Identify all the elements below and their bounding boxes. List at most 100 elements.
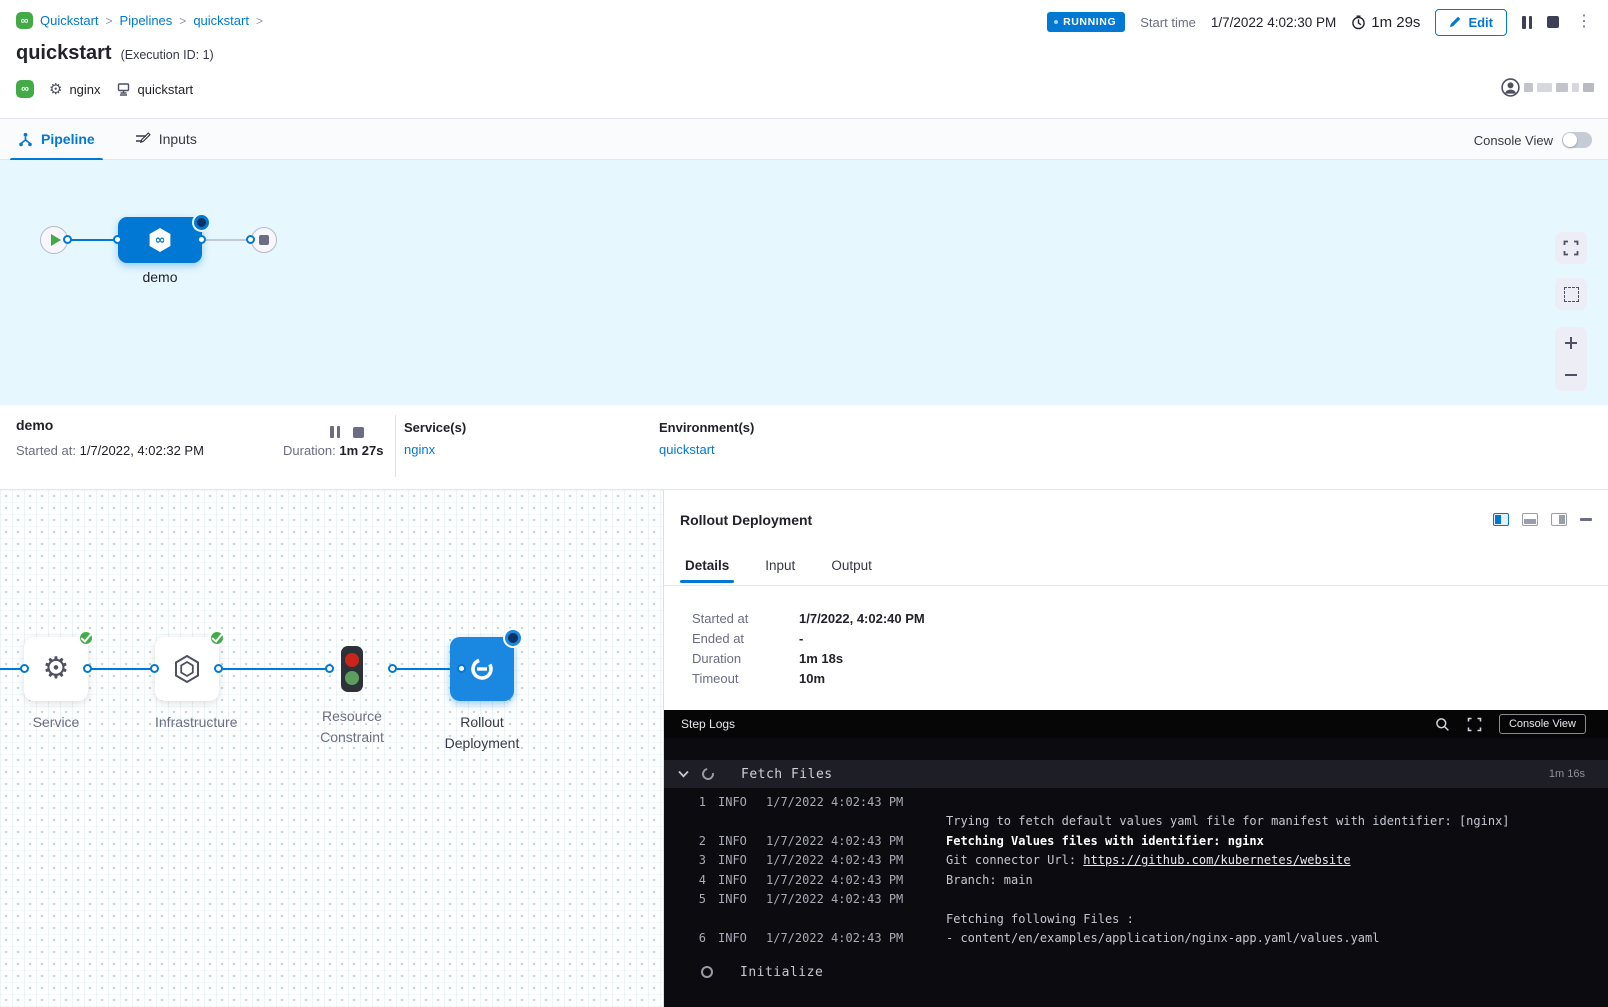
view-tabbar: Pipeline Inputs Console View [0, 118, 1608, 160]
console-view-label: Console View [1474, 133, 1553, 148]
detail-row-duration: Duration 1m 18s [692, 648, 925, 668]
breadcrumb: ∞ Quickstart > Pipelines > quickstart > [16, 12, 263, 29]
breadcrumb-link-pipelines[interactable]: Pipelines [120, 13, 173, 28]
edge-connector-dot [113, 235, 122, 244]
breadcrumb-link-quickstart-project[interactable]: Quickstart [40, 13, 99, 28]
console-view-toggle-group: Console View [1474, 119, 1592, 161]
detail-row-ended-at: Ended at - [692, 628, 925, 648]
zoom-in-button[interactable] [1555, 327, 1587, 359]
log-row: 6INFO1/7/2022 4:02:43 PM- content/en/exa… [664, 929, 1608, 949]
detail-row-started-at: Started at 1/7/2022, 4:02:40 PM [692, 608, 925, 628]
layout-right-fill-button[interactable] [1551, 513, 1567, 526]
log-section-fetch-files[interactable]: Fetch Files 1m 16s [664, 760, 1608, 788]
step-logs-console: Step Logs Console View Fetch Files 1m 16… [664, 710, 1608, 1007]
redacted-user-text [1537, 83, 1552, 92]
tab-input[interactable]: Input [760, 558, 800, 583]
environment-chip[interactable]: quickstart [116, 82, 194, 97]
infrastructure-hexagon-icon [170, 652, 204, 686]
step-node-service[interactable]: ⚙ [24, 637, 88, 701]
tab-inputs[interactable]: Inputs [135, 118, 197, 160]
edge-connector-dot [20, 664, 29, 673]
exec-edge [87, 668, 155, 670]
environments-column: Environment(s) quickstart [659, 420, 754, 457]
pipeline-edge [68, 239, 118, 241]
pipeline-icon [18, 132, 33, 147]
log-row: 4INFO1/7/2022 4:02:43 PMBranch: main [664, 870, 1608, 890]
running-spinner-badge [505, 630, 521, 646]
success-check-badge [78, 630, 94, 646]
tab-pipeline-label: Pipeline [41, 131, 95, 147]
execution-status-bar: RUNNING Start time 1/7/2022 4:02:30 PM 1… [1047, 9, 1594, 35]
breadcrumb-separator: > [179, 14, 186, 28]
redacted-user-text [1556, 83, 1568, 92]
tab-pipeline[interactable]: Pipeline [18, 118, 95, 160]
duration-label: Duration: [283, 443, 336, 458]
step-node-resource-constraint[interactable] [341, 646, 363, 692]
edge-connector-dot [197, 235, 206, 244]
details-table: Started at 1/7/2022, 4:02:40 PM Ended at… [692, 608, 925, 688]
console-view-button[interactable]: Console View [1499, 714, 1586, 734]
edge-connector-dot [63, 235, 72, 244]
breadcrumb-separator: > [256, 14, 263, 28]
zoom-out-button[interactable] [1555, 359, 1587, 391]
stop-execution-button[interactable] [1547, 16, 1559, 28]
tab-output[interactable]: Output [826, 558, 877, 583]
exec-edge [219, 668, 329, 670]
console-view-toggle[interactable] [1562, 132, 1592, 148]
service-chip[interactable]: ⚙ nginx [49, 82, 101, 97]
canvas-fullscreen-button[interactable] [1555, 232, 1587, 264]
stage-name: demo [16, 417, 53, 433]
chevron-down-icon[interactable] [678, 770, 689, 778]
redacted-user-text [1524, 83, 1533, 92]
page-title: quickstart [16, 42, 112, 65]
layout-right-split-button[interactable] [1493, 513, 1509, 526]
log-list[interactable]: 1INFO1/7/2022 4:02:43 PMTrying to fetch … [664, 792, 1608, 948]
more-options-button[interactable]: ⋮ [1574, 14, 1594, 30]
step-label-resource-constraint: Resource Constraint [306, 706, 398, 748]
started-label: Started at: [16, 443, 76, 458]
canvas-marquee-select-button[interactable] [1555, 278, 1587, 310]
tab-details[interactable]: Details [680, 558, 734, 583]
stage-node-demo[interactable]: ∞ [118, 217, 202, 263]
minimize-panel-button[interactable] [1580, 518, 1592, 521]
stage-node-label: demo [118, 269, 202, 285]
duration-value: 1m 27s [339, 443, 383, 458]
service-link-nginx[interactable]: nginx [404, 442, 466, 457]
stage-pause-button[interactable] [330, 426, 340, 438]
step-details-panel: Rollout Deployment Details Input Output … [663, 490, 1608, 1007]
breadcrumb-link-pipeline-quickstart[interactable]: quickstart [193, 13, 249, 28]
section-name: Initialize [740, 965, 823, 980]
edge-connector-dot [83, 664, 92, 673]
services-label: Service(s) [404, 420, 466, 435]
status-badge: RUNNING [1047, 12, 1125, 32]
log-section-initialize[interactable]: Initialize [664, 957, 1608, 987]
search-icon[interactable] [1435, 717, 1450, 732]
pipeline-canvas[interactable]: ∞ demo [0, 160, 1608, 405]
console-title: Step Logs [681, 717, 735, 731]
traffic-light-green [345, 671, 359, 685]
log-row: 2INFO1/7/2022 4:02:43 PMFetching Values … [664, 831, 1608, 851]
edit-button[interactable]: Edit [1435, 9, 1507, 36]
step-node-infrastructure[interactable] [155, 637, 219, 701]
pause-execution-button[interactable] [1522, 16, 1532, 29]
tab-inputs-label: Inputs [159, 131, 197, 147]
pipeline-edge [202, 239, 251, 241]
elapsed-time: 1m 29s [1351, 14, 1420, 31]
minus-icon [1563, 367, 1579, 383]
expand-logs-icon[interactable] [1467, 717, 1482, 732]
layout-bottom-split-button[interactable] [1522, 513, 1538, 526]
redacted-user-text [1583, 83, 1594, 92]
play-icon [51, 234, 61, 246]
edge-connector-dot [388, 664, 397, 673]
execution-graph-canvas[interactable]: ⚙ [0, 490, 663, 1007]
environment-icon [116, 82, 131, 97]
execution-id: (Execution ID: 1) [121, 48, 214, 62]
section-loading-spinner-icon [700, 766, 717, 783]
stage-info-bar: demo Started at: 1/7/2022, 4:02:32 PM Du… [0, 405, 1608, 490]
step-label-rollout-deployment: Rollout Deployment [437, 712, 527, 754]
start-time-label: Start time [1140, 15, 1196, 30]
log-row: 3INFO1/7/2022 4:02:43 PMGit connector Ur… [664, 851, 1608, 871]
stage-stop-button[interactable] [353, 427, 364, 438]
environment-link-quickstart[interactable]: quickstart [659, 442, 754, 457]
log-link[interactable]: https://github.com/kubernetes/website [1083, 853, 1350, 867]
